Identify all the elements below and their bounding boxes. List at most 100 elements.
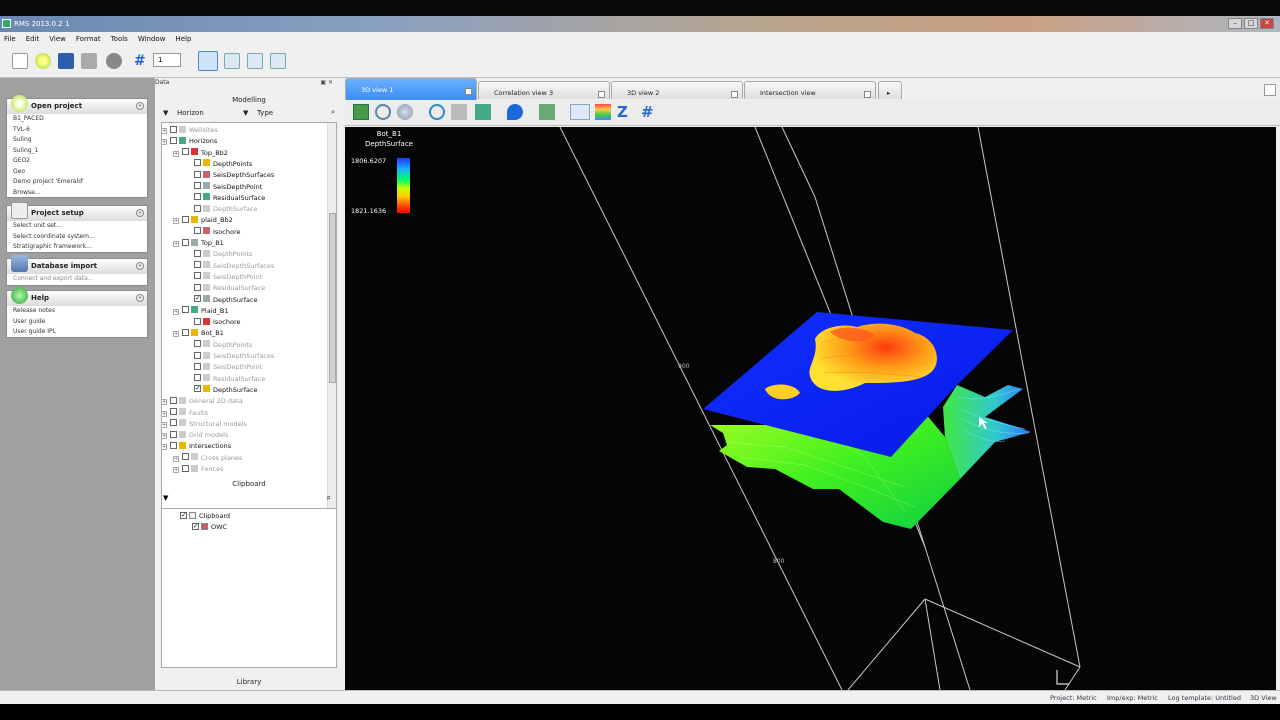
visibility-checkbox[interactable] <box>180 510 187 521</box>
tree-item[interactable]: + Grid models <box>162 430 228 441</box>
tree-item[interactable]: + Top_B1 <box>173 238 224 249</box>
tree-item[interactable]: + Faults <box>162 408 208 419</box>
layout-4-icon[interactable] <box>270 53 286 69</box>
visibility-checkbox[interactable] <box>194 261 201 269</box>
recent-project-item[interactable]: GEO2 <box>7 156 147 167</box>
visibility-checkbox[interactable] <box>170 408 177 415</box>
rotate-icon[interactable] <box>397 104 413 120</box>
select-unit-set-link[interactable]: Select unit set... <box>7 221 147 232</box>
tree-item[interactable]: ResidualSurface <box>194 193 265 204</box>
3d-scene[interactable]: 900 800 <box>345 127 1276 690</box>
tree-item[interactable]: + Top_Bb2 <box>173 148 228 159</box>
recent-project-item[interactable]: Suling <box>7 135 147 146</box>
tree-item[interactable]: DepthPoints <box>194 159 252 170</box>
visibility-checkbox[interactable] <box>194 272 201 280</box>
tab-close-icon[interactable] <box>731 91 738 98</box>
visibility-checkbox[interactable] <box>170 396 177 404</box>
menu-file[interactable]: File <box>4 35 16 43</box>
z-scale-icon[interactable]: Z <box>617 104 633 120</box>
tree-item[interactable]: SeisDepthPoint <box>194 272 262 283</box>
expand-icon[interactable]: + <box>173 150 179 157</box>
tree-item[interactable]: DepthPoints <box>194 249 252 260</box>
view-number-stepper[interactable]: 1 <box>153 53 181 67</box>
tree-item[interactable]: DepthPoints <box>194 340 252 351</box>
tree-item[interactable]: SeisDepthPoint <box>194 362 262 373</box>
tree-item[interactable]: SeisDepthPoint <box>194 182 262 193</box>
view-settings-icon[interactable] <box>353 104 369 120</box>
type-filter-icon[interactable]: ▼ <box>243 109 248 117</box>
collapse-icon[interactable]: « <box>136 294 144 302</box>
visibility-checkbox[interactable] <box>182 238 189 246</box>
visibility-checkbox[interactable] <box>194 351 201 359</box>
filter-icon[interactable]: ▼ <box>163 109 168 117</box>
visibility-checkbox[interactable] <box>194 193 201 201</box>
visibility-checkbox[interactable] <box>182 464 189 472</box>
tab-3d-view-2[interactable]: 3D view 2 <box>611 81 743 99</box>
visibility-checkbox[interactable] <box>194 383 201 394</box>
visibility-checkbox[interactable] <box>170 430 177 438</box>
modelling-header[interactable]: Modelling <box>161 94 337 106</box>
visibility-checkbox[interactable] <box>182 328 189 336</box>
visibility-checkbox[interactable] <box>194 204 201 212</box>
tree-item[interactable]: + General 2D data <box>162 396 243 407</box>
zoom-icon[interactable] <box>375 104 391 120</box>
clipboard-header[interactable]: Clipboard <box>161 478 337 490</box>
tree-item[interactable]: SeisDepthSurfaces <box>194 170 274 181</box>
tab-intersection-view[interactable]: Intersection view <box>744 81 876 99</box>
layout-3-icon[interactable] <box>247 53 263 69</box>
expand-icon[interactable]: + <box>173 308 179 315</box>
search-icon[interactable]: ⌕ <box>331 108 335 117</box>
stratigraphic-framework-link[interactable]: Stratigraphic framework... <box>7 242 147 253</box>
select-coordinate-system-link[interactable]: Select coordinate system... <box>7 232 147 243</box>
visibility-checkbox[interactable] <box>194 249 201 257</box>
panel-pin-close-icon[interactable]: ▣ ✕ <box>320 79 333 86</box>
menu-window[interactable]: Window <box>138 35 166 43</box>
maximize-button[interactable]: □ <box>1244 18 1258 29</box>
visibility-checkbox[interactable] <box>182 306 189 314</box>
filter-horizon[interactable]: Horizon <box>177 109 204 117</box>
expand-icon[interactable]: + <box>173 455 179 462</box>
user-guide-ipl-link[interactable]: User guide IPL <box>7 327 147 338</box>
collapse-icon[interactable]: « <box>136 102 144 110</box>
tree-item[interactable]: + Fences <box>173 464 223 475</box>
select-box-icon[interactable] <box>570 104 590 120</box>
light-icon[interactable] <box>475 104 491 120</box>
tree-item[interactable]: + Structural models <box>162 419 247 430</box>
layout-1-icon[interactable] <box>198 51 218 71</box>
close-button[interactable]: ✕ <box>1260 18 1274 29</box>
filter-type[interactable]: Type <box>257 109 273 117</box>
clipboard-item[interactable]: Clipboard <box>180 510 230 522</box>
visibility-checkbox[interactable] <box>194 283 201 291</box>
visibility-checkbox[interactable] <box>182 215 189 223</box>
reset-view-icon[interactable] <box>429 104 445 120</box>
recent-project-item[interactable]: Demo project 'Emerald' <box>7 177 147 188</box>
connect-export-link[interactable]: Connect and export data... <box>7 274 147 285</box>
visibility-checkbox[interactable] <box>194 317 201 325</box>
visibility-checkbox[interactable] <box>182 148 189 156</box>
tab-scroll-button[interactable]: ▸ <box>878 81 902 99</box>
color-drop-icon[interactable] <box>507 104 523 120</box>
visibility-checkbox[interactable] <box>194 170 201 178</box>
visibility-checkbox[interactable] <box>170 136 177 144</box>
visibility-checkbox[interactable] <box>194 182 201 189</box>
release-notes-link[interactable]: Release notes <box>7 306 147 317</box>
expand-icon[interactable]: + <box>173 467 179 473</box>
undo-icon[interactable] <box>106 53 122 69</box>
menu-help[interactable]: Help <box>175 35 191 43</box>
new-file-icon[interactable] <box>12 53 28 69</box>
clipboard-item[interactable]: OWC <box>192 521 227 533</box>
tab-close-icon[interactable] <box>465 88 472 95</box>
library-header[interactable]: Library <box>161 676 337 688</box>
tree-item[interactable]: DepthSurface <box>194 204 258 215</box>
tree-item[interactable]: Isochore <box>194 227 240 238</box>
measure-icon[interactable] <box>451 104 467 120</box>
expand-icon[interactable]: + <box>162 433 167 440</box>
tree-item[interactable]: ResidualSurface <box>194 374 265 385</box>
collapse-icon[interactable]: « <box>136 209 144 217</box>
menu-view[interactable]: View <box>49 35 66 43</box>
visibility-checkbox[interactable] <box>194 293 201 304</box>
expand-icon[interactable]: + <box>173 241 179 247</box>
menu-tools[interactable]: Tools <box>111 35 128 43</box>
tab-close-icon[interactable] <box>598 91 605 98</box>
recent-project-item[interactable]: Suling_1 <box>7 146 147 157</box>
